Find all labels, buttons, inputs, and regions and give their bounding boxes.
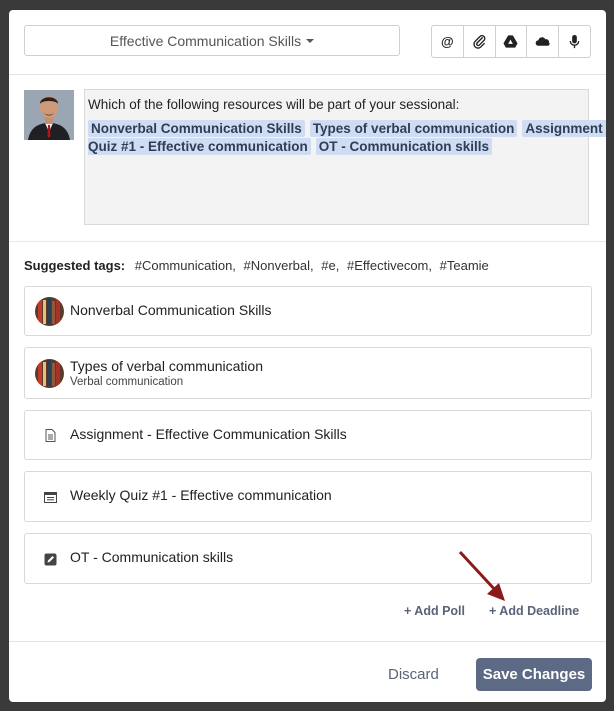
user-avatar [24, 90, 74, 140]
add-poll-link[interactable]: + Add Poll [404, 604, 465, 618]
tag-chip[interactable]: OT - Communication skills [315, 138, 493, 155]
suggested-tags-label: Suggested tags: [24, 258, 126, 273]
save-changes-button[interactable]: Save Changes [476, 658, 592, 691]
suggested-tags: Suggested tags: #Communication, #Nonverb… [24, 258, 493, 273]
resource-title: Weekly Quiz #1 - Effective communication [70, 487, 332, 503]
suggested-tag[interactable]: #Teamie [440, 258, 489, 273]
add-deadline-link[interactable]: + Add Deadline [489, 604, 579, 618]
at-sign-icon[interactable]: @ [432, 26, 464, 57]
resource-item[interactable]: Nonverbal Communication Skills [24, 286, 592, 336]
course-select-label: Effective Communication Skills [109, 32, 302, 49]
message-textarea[interactable]: Which of the following resources will be… [84, 89, 606, 225]
quiz-icon [44, 492, 57, 503]
resource-title: OT - Communication skills [70, 549, 234, 565]
edit-icon [44, 553, 57, 566]
suggested-tag[interactable]: #Communication, [135, 258, 236, 273]
resource-title: Types of verbal communication [70, 358, 263, 374]
tag-chip[interactable]: Types of verbal communication [309, 120, 518, 137]
book-thumbnail-icon [35, 297, 64, 326]
tag-chip[interactable]: Assignment - Effective Communication Ski… [522, 120, 606, 137]
tag-chip[interactable]: Nonverbal Communication Skills [88, 120, 305, 137]
caret-down-icon [306, 38, 315, 43]
modal-footer: Discard Save Changes [9, 641, 606, 702]
top-bar: Effective Communication Skills @ [9, 10, 606, 75]
annotation-arrow-icon [458, 550, 505, 601]
edit-post-modal: Effective Communication Skills @ Which o… [9, 10, 606, 702]
attachment-toolbar: @ [431, 25, 591, 58]
microphone-icon[interactable] [559, 26, 590, 57]
suggested-tag[interactable]: #e, [321, 258, 339, 273]
tag-chip-list: Nonverbal Communication Skills Types of v… [88, 120, 606, 156]
suggested-tag[interactable]: #Nonverbal, [244, 258, 314, 273]
composer: Which of the following resources will be… [9, 75, 606, 242]
discard-button[interactable]: Discard [388, 666, 439, 683]
resource-subtitle: Verbal communication [70, 376, 184, 388]
google-drive-icon[interactable] [496, 26, 528, 57]
at-sign-label: @ [441, 34, 454, 49]
document-icon [45, 429, 56, 442]
paperclip-icon[interactable] [464, 26, 496, 57]
onedrive-icon[interactable] [527, 26, 560, 57]
resource-title: Nonverbal Communication Skills [70, 302, 272, 318]
resource-item[interactable]: Types of verbal communication Verbal com… [24, 347, 592, 399]
book-thumbnail-icon [35, 359, 64, 388]
resource-item[interactable]: Weekly Quiz #1 - Effective communication [24, 471, 592, 522]
message-text: Which of the following resources will be… [88, 97, 460, 112]
resource-title: Assignment - Effective Communication Ski… [70, 426, 347, 442]
suggested-tag[interactable]: #Effectivecom, [347, 258, 432, 273]
resource-item[interactable]: Assignment - Effective Communication Ski… [24, 410, 592, 460]
course-select-dropdown[interactable]: Effective Communication Skills [24, 25, 400, 56]
